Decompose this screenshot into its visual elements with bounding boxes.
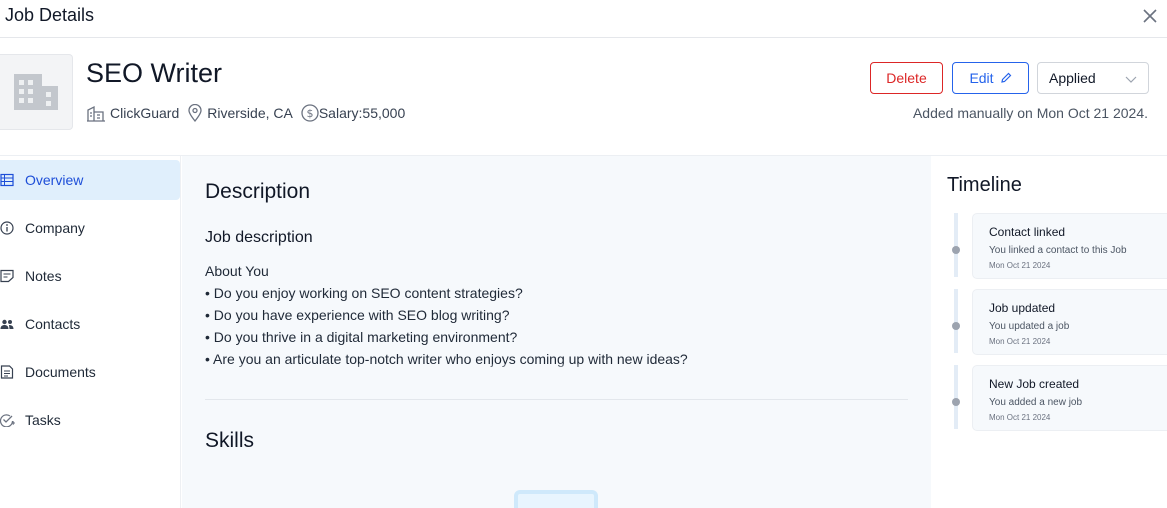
event-date: Mon Oct 21 2024: [989, 413, 1051, 422]
timeline-title: Timeline: [947, 174, 1022, 196]
event-text: You linked a contact to this Job: [989, 245, 1127, 256]
sidebar-item-notes[interactable]: Notes: [0, 256, 180, 296]
job-title: SEO Writer: [86, 58, 223, 88]
pencil-icon: [1000, 72, 1011, 83]
description-heading: Description: [205, 180, 311, 203]
sidebar-item-label: Notes: [25, 268, 62, 284]
empty-skills-illustration: [514, 490, 598, 508]
document-icon: [0, 365, 14, 379]
sidebar-item-company[interactable]: Company: [0, 208, 180, 248]
sidebar-item-contacts[interactable]: Contacts: [0, 304, 180, 344]
company-info: ClickGuard: [86, 104, 179, 122]
job-salary: Salary:55,000: [318, 105, 406, 121]
description-line: About You: [205, 263, 269, 279]
info-icon: [0, 221, 14, 235]
text-fade-overlay: [205, 364, 905, 378]
location-info: Riverside, CA: [187, 104, 293, 122]
timeline-line: [954, 365, 958, 429]
job-meta: ClickGuard Riverside, CA $ Salary:55,000: [86, 104, 413, 122]
sidebar-item-label: Tasks: [25, 412, 61, 428]
dollar-circle-icon: $: [301, 104, 319, 122]
description-line: • Do you thrive in a digital marketing e…: [205, 329, 518, 345]
event-date: Mon Oct 21 2024: [989, 261, 1051, 270]
timeline-panel: Timeline Contact linked You linked a con…: [932, 156, 1167, 508]
sidebar-item-label: Overview: [25, 172, 84, 188]
event-title: Contact linked: [989, 225, 1066, 239]
company-name: ClickGuard: [110, 105, 180, 121]
sidebar-item-documents[interactable]: Documents: [0, 352, 180, 392]
sidebar-item-overview[interactable]: Overview: [0, 160, 180, 200]
timeline-dot: [952, 246, 960, 254]
timeline-line: [954, 213, 958, 277]
delete-button[interactable]: Delete: [870, 62, 943, 94]
note-icon: [0, 269, 14, 283]
description-line: • Do you have experience with SEO blog w…: [205, 307, 510, 323]
svg-text:$: $: [306, 107, 313, 120]
event-text: You updated a job: [989, 321, 1070, 332]
status-select[interactable]: Applied: [1037, 62, 1149, 94]
timeline-line: [954, 289, 958, 353]
building-icon: [14, 74, 58, 110]
list-icon: [0, 173, 14, 187]
sidebar-item-label: Company: [25, 220, 85, 236]
location-pin-icon: [188, 104, 202, 122]
sidebar-item-tasks[interactable]: Tasks: [0, 400, 180, 440]
job-description-subheading: Job description: [205, 229, 313, 246]
modal-header: Job Details: [0, 0, 1167, 38]
modal-title: Job Details: [5, 5, 95, 25]
delete-button-label: Delete: [886, 70, 927, 86]
job-location: Riverside, CA: [207, 105, 293, 121]
task-check-icon: [0, 414, 15, 427]
edit-button-label: Edit: [969, 70, 994, 86]
overview-panel: Description Job description About You • …: [182, 156, 931, 508]
status-value: Applied: [1049, 70, 1096, 86]
close-icon[interactable]: [1140, 6, 1160, 26]
sidebar-item-label: Contacts: [25, 316, 81, 332]
description-line: • Do you enjoy working on SEO content st…: [205, 285, 523, 301]
timeline-event: Contact linked You linked a contact to t…: [972, 213, 1167, 279]
event-title: Job updated: [989, 301, 1056, 315]
chevron-down-icon: [1125, 76, 1137, 83]
job-header: SEO Writer ClickGuard Riverside, CA $ Sa…: [0, 38, 1167, 156]
sidebar: Overview Company Notes Contacts Document…: [0, 156, 181, 508]
users-icon: [0, 319, 14, 329]
event-date: Mon Oct 21 2024: [989, 337, 1051, 346]
building-outline-icon: [87, 105, 105, 122]
section-divider: [205, 399, 908, 400]
timeline-dot: [952, 322, 960, 330]
edit-button[interactable]: Edit: [952, 62, 1029, 94]
event-title: New Job created: [989, 377, 1080, 391]
timeline-dot: [952, 398, 960, 406]
skills-heading: Skills: [205, 429, 255, 452]
event-text: You added a new job: [989, 397, 1083, 408]
salary-info: $ Salary:55,000: [301, 104, 405, 122]
job-description-text[interactable]: About You • Do you enjoy working on SEO …: [205, 260, 905, 378]
added-info: Added manually on Mon Oct 21 2024.: [912, 105, 1148, 121]
timeline-event: New Job created You added a new job Mon …: [972, 365, 1167, 431]
company-logo: [0, 54, 73, 130]
sidebar-item-label: Documents: [25, 364, 96, 380]
timeline-event: Job updated You updated a job Mon Oct 21…: [972, 289, 1167, 355]
